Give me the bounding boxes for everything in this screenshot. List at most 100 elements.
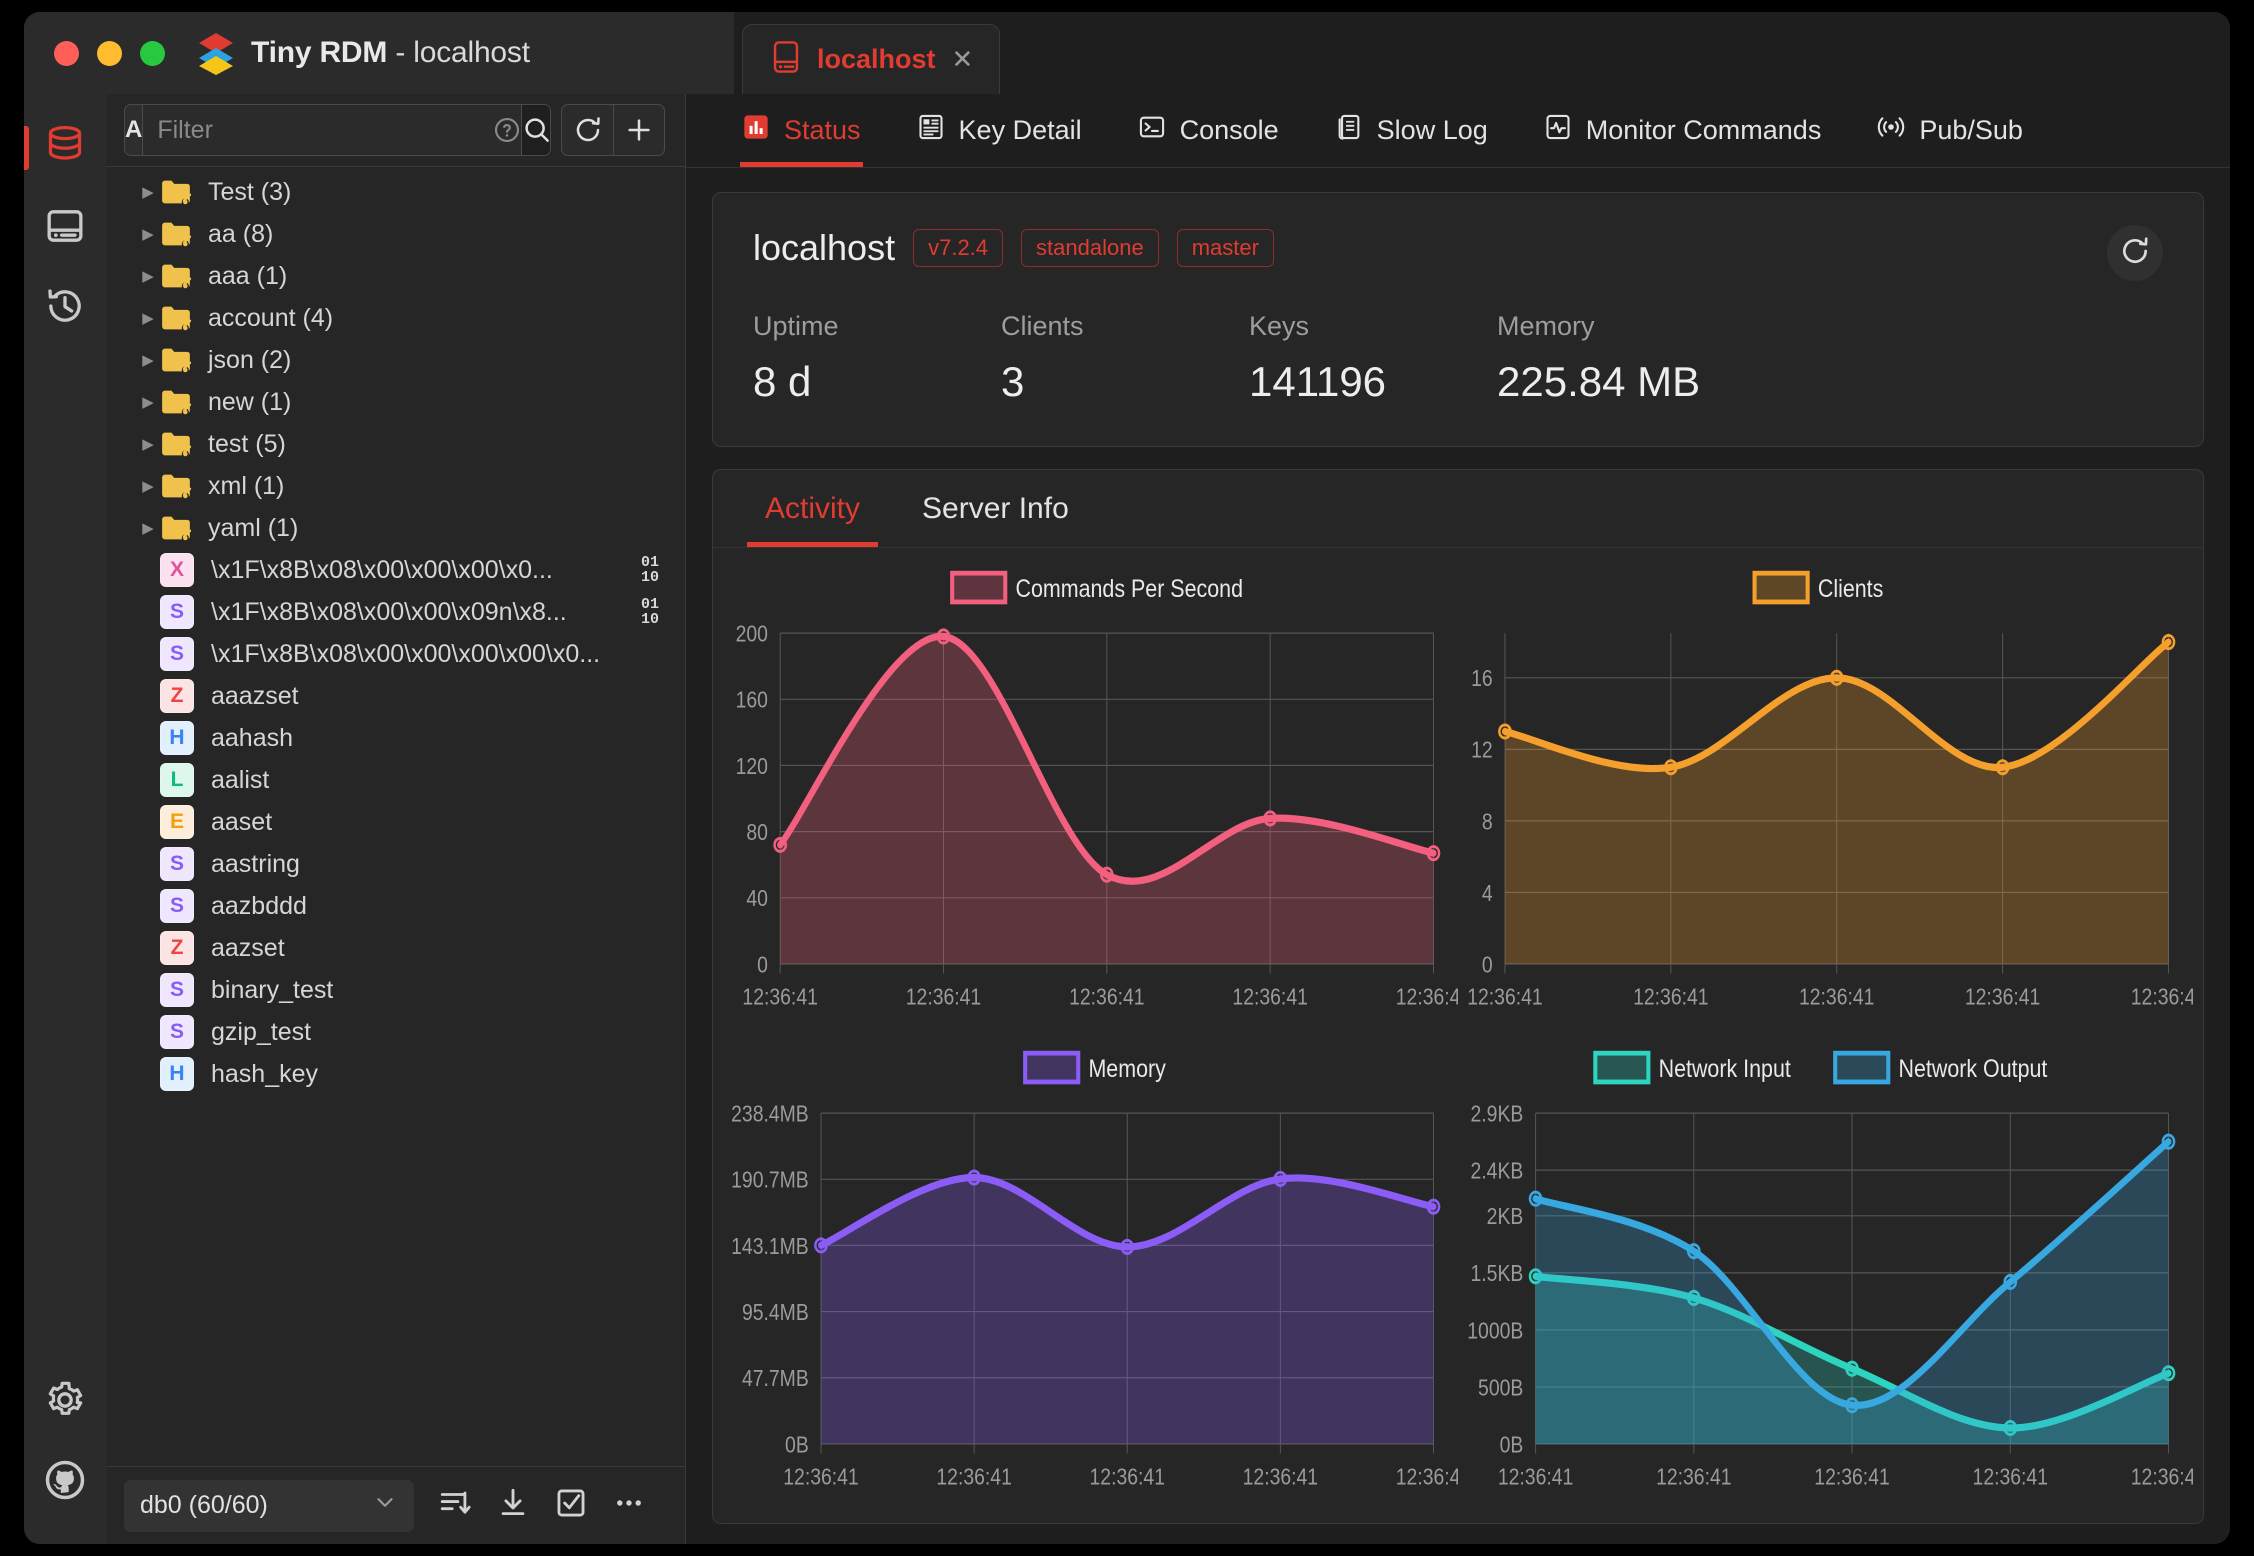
more-horizontal-icon[interactable] (612, 1486, 646, 1525)
tree-key-row[interactable]: H hash_key (106, 1053, 685, 1095)
tree-folder-row[interactable]: ▶ aaa (1) (106, 255, 685, 297)
tab-key-detail[interactable]: Key Detail (889, 94, 1110, 167)
tree-key-row[interactable]: E aaset (106, 801, 685, 843)
tree-folder-row[interactable]: ▶ Test (3) (106, 171, 685, 213)
search-input[interactable] (143, 105, 493, 155)
tree-folder-row[interactable]: ▶ json (2) (106, 339, 685, 381)
download-icon[interactable] (496, 1486, 530, 1525)
svg-text:4: 4 (1482, 881, 1493, 906)
folder-icon (160, 514, 192, 542)
svg-text:160: 160 (736, 688, 768, 713)
tree-key-row[interactable]: Z aaazset (106, 675, 685, 717)
window-controls[interactable] (54, 41, 165, 66)
tab-slow-log-label: Slow Log (1377, 115, 1488, 146)
key-tree[interactable]: ▶ Test (3) ▶ aa (8) ▶ aaa (1) ▶ (106, 166, 685, 1466)
svg-text:Network Input: Network Input (1659, 1054, 1792, 1082)
status-panel: localhost v7.2.4 standalone master (686, 168, 2230, 1544)
filter-toolbar: A (106, 94, 685, 166)
tree-key-row[interactable]: H aahash (106, 717, 685, 759)
chevron-right-icon[interactable]: ▶ (136, 519, 160, 537)
key-type-badge: S (160, 889, 194, 923)
sort-desc-icon[interactable] (438, 1486, 472, 1525)
tree-key-row[interactable]: S binary_test (106, 969, 685, 1011)
tree-folder-row[interactable]: ▶ test (5) (106, 423, 685, 465)
chevron-right-icon[interactable]: ▶ (136, 309, 160, 327)
svg-text:12: 12 (1471, 738, 1493, 763)
rail-item-settings[interactable] (24, 1362, 106, 1442)
tree-folder-row[interactable]: ▶ yaml (1) (106, 507, 685, 549)
chevron-right-icon[interactable]: ▶ (136, 225, 160, 243)
summary-stats: Uptime 8 d Clients 3 Keys 141196 Memor (753, 311, 2163, 406)
terminal-icon (1138, 113, 1166, 148)
database-select[interactable]: db0 (60/60) (124, 1480, 414, 1532)
pulse-icon (1544, 113, 1572, 148)
tab-monitor-commands[interactable]: Monitor Commands (1516, 94, 1850, 167)
tree-key-row[interactable]: X \x1F\x8B\x08\x00\x00\x00\x0... 0110 (106, 549, 685, 591)
gear-icon (45, 1380, 85, 1425)
tree-key-row[interactable]: S aastring (106, 843, 685, 885)
chevron-right-icon[interactable]: ▶ (136, 183, 160, 201)
tab-pub-sub[interactable]: Pub/Sub (1849, 94, 2051, 167)
connection-tab-label: localhost (817, 44, 936, 75)
tab-activity[interactable]: Activity (747, 470, 878, 547)
tree-folder-row[interactable]: ▶ aa (8) (106, 213, 685, 255)
rail-item-history[interactable] (24, 268, 106, 348)
chevron-right-icon[interactable]: ▶ (136, 267, 160, 285)
refresh-status-button[interactable] (2107, 225, 2163, 281)
chevron-right-icon[interactable]: ▶ (136, 477, 160, 495)
chart-memory[interactable]: Memory0B47.7MB95.4MB143.1MB190.7MB238.4M… (723, 1034, 1458, 1514)
filter-mode-toggle[interactable]: A (125, 105, 143, 155)
tab-status[interactable]: Status (714, 94, 889, 167)
chevron-right-icon[interactable]: ▶ (136, 351, 160, 369)
tree-key-row[interactable]: S \x1F\x8B\x08\x00\x00\x00\x00\x0... (106, 633, 685, 675)
stat-memory-value: 225.84 MB (1497, 358, 1745, 406)
tree-key-row[interactable]: S gzip_test (106, 1011, 685, 1053)
chevron-right-icon[interactable]: ▶ (136, 435, 160, 453)
rail-item-github[interactable] (24, 1442, 106, 1522)
activity-charts: Commands Per Second0408012016020012:36:4… (713, 548, 2203, 1523)
tab-slow-log[interactable]: Slow Log (1307, 94, 1516, 167)
tree-key-row[interactable]: S \x1F\x8B\x08\x00\x00\x09n\x8... 0110 (106, 591, 685, 633)
svg-text:0: 0 (1482, 953, 1493, 978)
question-icon[interactable] (493, 116, 521, 144)
tree-folder-row[interactable]: ▶ new (1) (106, 381, 685, 423)
tree-key-row[interactable]: L aalist (106, 759, 685, 801)
tab-pub-sub-label: Pub/Sub (1919, 115, 2023, 146)
tab-server-info[interactable]: Server Info (904, 470, 1087, 547)
svg-text:12:36:41: 12:36:41 (1090, 1465, 1165, 1490)
svg-text:1000B: 1000B (1467, 1318, 1523, 1343)
plus-icon[interactable] (613, 104, 665, 156)
tree-key-row[interactable]: Z aazset (106, 927, 685, 969)
search-icon[interactable] (521, 105, 551, 155)
chevron-right-icon[interactable]: ▶ (136, 393, 160, 411)
svg-text:12:36:41: 12:36:41 (1799, 985, 1874, 1010)
close-icon[interactable]: ✕ (952, 44, 974, 75)
refresh-icon[interactable] (561, 104, 613, 156)
maximize-window-button[interactable] (140, 41, 165, 66)
close-window-button[interactable] (54, 41, 79, 66)
tab-console[interactable]: Console (1110, 94, 1307, 167)
activity-tab-bar: Activity Server Info (713, 470, 2203, 548)
tree-folder-label: test (5) (208, 430, 286, 459)
tree-folder-row[interactable]: ▶ account (4) (106, 297, 685, 339)
key-name-label: \x1F\x8B\x08\x00\x00\x00\x0... (211, 556, 553, 585)
browser-actions (561, 104, 665, 156)
minimize-window-button[interactable] (97, 41, 122, 66)
stat-clients: Clients 3 (1001, 311, 1249, 406)
key-name-label: binary_test (211, 976, 333, 1005)
chart-commands-per-second[interactable]: Commands Per Second0408012016020012:36:4… (723, 554, 1458, 1034)
connection-tab-localhost[interactable]: localhost ✕ (742, 24, 1000, 94)
tree-folder-row[interactable]: ▶ xml (1) (106, 465, 685, 507)
chart-clients[interactable]: Clients048121612:36:4112:36:4112:36:4112… (1458, 554, 2193, 1034)
tab-key-detail-label: Key Detail (959, 115, 1082, 146)
status-badge-role: master (1177, 229, 1274, 267)
checkbox-checked-icon[interactable] (554, 1486, 588, 1525)
rail-item-database[interactable] (24, 108, 106, 188)
key-name-label: gzip_test (211, 1018, 311, 1047)
tab-strip: localhost ✕ (734, 12, 2230, 94)
chart-network[interactable]: Network InputNetwork Output0B500B1000B1.… (1458, 1034, 2193, 1514)
rail-item-server[interactable] (24, 188, 106, 268)
layers-logo-icon (195, 31, 237, 75)
tree-key-row[interactable]: S aazbddd (106, 885, 685, 927)
filter-group[interactable]: A (124, 104, 551, 156)
